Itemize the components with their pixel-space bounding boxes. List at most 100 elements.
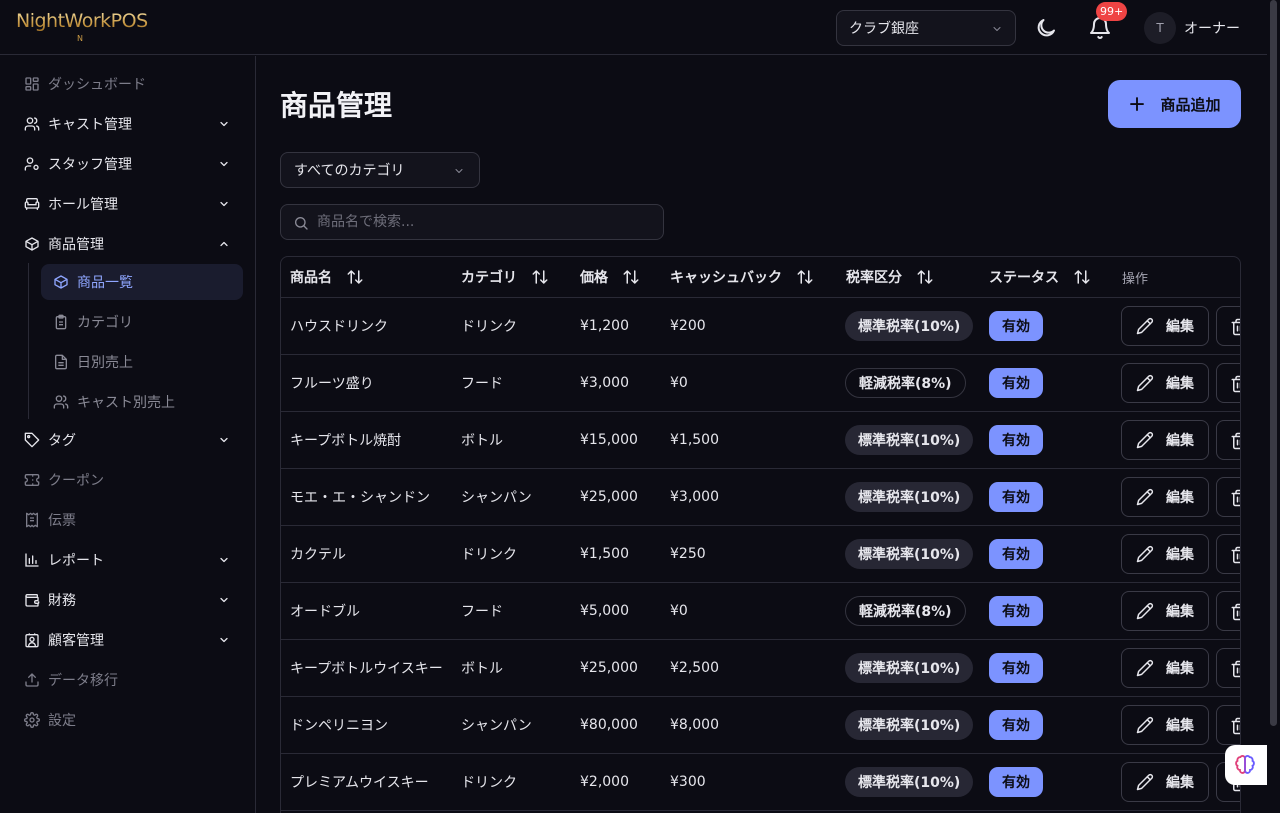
sidebar-item-label: スタッフ管理	[48, 157, 132, 173]
ticket-icon	[24, 472, 40, 488]
trash-icon	[1230, 375, 1240, 393]
column-header-cashback[interactable]: キャッシュバック	[670, 257, 814, 297]
sidebar: ダッシュボード キャスト管理 スタッフ管理 ホール管理 商品管理 商品一覧 カテ…	[0, 56, 256, 813]
cell-category: ボトル	[461, 661, 503, 677]
edit-button-label: 編集	[1166, 661, 1194, 677]
delete-button[interactable]	[1216, 705, 1240, 745]
trash-icon	[1230, 432, 1240, 450]
edit-button-label: 編集	[1166, 376, 1194, 392]
cell-name: カクテル	[290, 547, 346, 563]
tax-badge: 標準税率(10%)	[845, 482, 974, 512]
delete-button[interactable]	[1216, 648, 1240, 688]
sidebar-subitem-label: 商品一覧	[77, 275, 133, 291]
sidebar-item-cast[interactable]: キャスト管理	[16, 106, 242, 142]
sidebar-subitem-daily-sales[interactable]: 日別売上	[41, 344, 243, 380]
sidebar-item-label: 財務	[48, 593, 76, 609]
scrollbar[interactable]	[1267, 0, 1280, 813]
assistant-button[interactable]	[1225, 745, 1267, 785]
column-header-actions: 操作	[1122, 271, 1149, 287]
sidebar-subitem-category[interactable]: カテゴリ	[41, 304, 243, 340]
status-badge: 有効	[989, 311, 1043, 341]
delete-button[interactable]	[1216, 420, 1240, 460]
column-header-price[interactable]: 価格	[580, 257, 640, 297]
edit-button[interactable]: 編集	[1121, 705, 1209, 745]
cell-cashback: ¥1,500	[670, 432, 719, 448]
edit-button[interactable]: 編集	[1121, 534, 1209, 574]
sidebar-item-reports[interactable]: レポート	[16, 542, 242, 578]
edit-button[interactable]: 編集	[1121, 363, 1209, 403]
chevron-down-icon	[218, 554, 230, 566]
user-name[interactable]: オーナー	[1184, 18, 1240, 38]
store-select-value: クラブ銀座	[849, 21, 919, 37]
sidebar-item-products[interactable]: 商品管理	[16, 226, 242, 262]
cell-cashback: ¥8,000	[670, 717, 719, 733]
store-select[interactable]: クラブ銀座	[836, 10, 1016, 46]
pencil-icon	[1136, 374, 1154, 392]
cell-cashback: ¥0	[670, 603, 688, 619]
sidebar-item-finance[interactable]: 財務	[16, 582, 242, 618]
delete-button[interactable]	[1216, 363, 1240, 403]
add-product-button[interactable]: 商品追加	[1108, 80, 1241, 128]
sidebar-item-coupon[interactable]: クーポン	[16, 462, 242, 498]
column-header-status[interactable]: ステータス	[989, 257, 1091, 297]
tag-icon	[24, 432, 40, 448]
sidebar-item-hall[interactable]: ホール管理	[16, 186, 242, 222]
table-row: カクテル ドリンク ¥1,500 ¥250 標準税率(10%) 有効 編集	[281, 526, 1240, 583]
edit-button[interactable]: 編集	[1121, 420, 1209, 460]
edit-button[interactable]: 編集	[1121, 648, 1209, 688]
sidebar-item-tags[interactable]: タグ	[16, 422, 242, 458]
column-header-tax[interactable]: 税率区分	[846, 257, 934, 297]
edit-button-label: 編集	[1166, 319, 1194, 335]
delete-button[interactable]	[1216, 591, 1240, 631]
avatar[interactable]: T	[1144, 12, 1176, 44]
app-logo[interactable]: NightWorkPOS N	[16, 9, 156, 45]
wallet-icon	[24, 592, 40, 608]
products-table: 商品名 カテゴリ 価格 キャッシュバック 税率区分 ステータス 操作 ハウスドリ…	[280, 256, 1241, 813]
sort-arrows-icon	[622, 268, 640, 286]
delete-button[interactable]	[1216, 477, 1240, 517]
table-row: キープボトルウイスキー ボトル ¥25,000 ¥2,500 標準税率(10%) 有効 編集	[281, 640, 1240, 697]
status-badge: 有効	[989, 596, 1043, 626]
trash-icon	[1230, 717, 1240, 735]
cell-cashback: ¥300	[670, 774, 706, 790]
search-input[interactable]	[317, 205, 657, 239]
scrollbar-thumb[interactable]	[1270, 0, 1277, 726]
cell-category: ドリンク	[461, 319, 517, 335]
cell-name: ハウスドリンク	[290, 319, 388, 335]
sort-arrows-icon	[531, 268, 549, 286]
delete-button[interactable]	[1216, 306, 1240, 346]
edit-button[interactable]: 編集	[1121, 591, 1209, 631]
sidebar-item-customers[interactable]: 顧客管理	[16, 622, 242, 658]
edit-button[interactable]: 編集	[1121, 477, 1209, 517]
cell-price: ¥5,000	[580, 603, 629, 619]
sidebar-subitem-cast-sales[interactable]: キャスト別売上	[41, 384, 243, 420]
table-row: ハウスドリンク ドリンク ¥1,200 ¥200 標準税率(10%) 有効 編集	[281, 298, 1240, 355]
delete-button[interactable]	[1216, 534, 1240, 574]
search-icon	[293, 215, 309, 231]
sidebar-item-dashboard[interactable]: ダッシュボード	[16, 66, 242, 102]
pencil-icon	[1136, 659, 1154, 677]
user-cog-icon	[24, 156, 40, 172]
package-icon	[53, 274, 69, 290]
cell-status: 有効	[989, 583, 1043, 639]
category-filter-select[interactable]: すべてのカテゴリ	[280, 152, 480, 188]
column-header-label: 税率区分	[846, 270, 902, 286]
sidebar-item-data-migration[interactable]: データ移行	[16, 662, 242, 698]
pencil-icon	[1136, 773, 1154, 791]
sidebar-item-staff[interactable]: スタッフ管理	[16, 146, 242, 182]
dashboard-icon	[24, 76, 40, 92]
column-header-category[interactable]: カテゴリ	[461, 257, 549, 297]
pencil-icon	[1136, 545, 1154, 563]
pencil-icon	[1136, 488, 1154, 506]
sidebar-subitem-product-list[interactable]: 商品一覧	[41, 264, 243, 300]
moon-icon[interactable]	[1034, 16, 1058, 40]
edit-button[interactable]: 編集	[1121, 762, 1209, 802]
sidebar-item-slip[interactable]: 伝票	[16, 502, 242, 538]
table-row: フルーツ盛り フード ¥3,000 ¥0 軽減税率(8%) 有効 編集	[281, 355, 1240, 412]
sort-arrows-icon	[346, 268, 364, 286]
table-row: オードブル フード ¥5,000 ¥0 軽減税率(8%) 有効 編集	[281, 583, 1240, 640]
column-header-name[interactable]: 商品名	[290, 257, 364, 297]
sidebar-item-settings[interactable]: 設定	[16, 702, 242, 738]
chevron-down-icon	[453, 165, 465, 177]
edit-button[interactable]: 編集	[1121, 306, 1209, 346]
